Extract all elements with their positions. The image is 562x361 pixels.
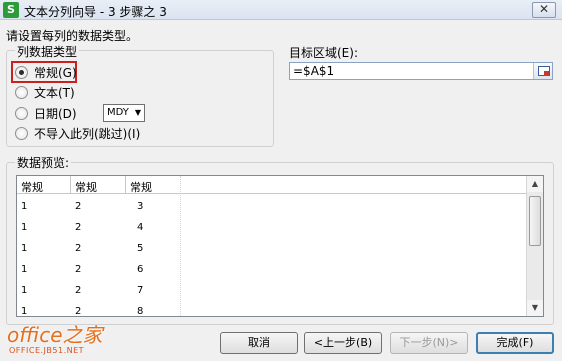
preview-cell: 6 <box>137 264 144 275</box>
scroll-thumb[interactable] <box>529 196 541 246</box>
preview-header-cell: 常规 <box>130 181 152 194</box>
date-format-value: MDY <box>107 107 129 118</box>
cancel-button[interactable]: 取消 <box>220 332 298 354</box>
column-divider[interactable] <box>125 176 126 194</box>
date-format-select[interactable]: MDY ▼ <box>103 104 145 122</box>
preview-cell: 5 <box>137 243 144 254</box>
radio-skip[interactable]: 不导入此列(跳过)(I) <box>15 124 140 142</box>
preview-cell: 7 <box>137 285 144 296</box>
chevron-down-icon: ▼ <box>134 108 141 117</box>
radio-text-indicator[interactable] <box>15 85 28 99</box>
range-picker-icon[interactable] <box>533 63 552 79</box>
preview-cell: 1 <box>21 243 28 254</box>
preview-cell: 2 <box>75 222 82 233</box>
app-icon: S <box>3 2 19 18</box>
watermark-main: office之家 <box>7 323 103 347</box>
radio-skip-indicator[interactable] <box>15 126 28 140</box>
radio-general-label: 常规(G) <box>34 65 77 80</box>
radio-general-indicator[interactable] <box>15 65 28 79</box>
preview-cell: 1 <box>21 222 28 233</box>
preview-cell: 2 <box>75 306 82 317</box>
back-button[interactable]: <上一步(B) <box>304 332 382 354</box>
radio-general[interactable]: 常规(G) <box>15 63 77 81</box>
vertical-scrollbar[interactable]: ▲ ▼ <box>526 176 543 316</box>
preview-cell: 8 <box>137 306 144 317</box>
preview-header-cell: 常规 <box>21 181 43 194</box>
preview-header: 常规 常规 常规 <box>17 176 527 194</box>
column-type-legend: 列数据类型 <box>15 43 80 60</box>
scroll-up-icon[interactable]: ▲ <box>527 176 543 192</box>
watermark-logo: office之家 OFFICE.JB51.NET <box>3 319 115 359</box>
preview-header-cell: 常规 <box>75 181 97 194</box>
preview-legend: 数据预览: <box>15 154 72 171</box>
column-divider[interactable] <box>70 176 71 194</box>
preview-cell: 2 <box>75 201 82 212</box>
preview-cell: 2 <box>75 243 82 254</box>
preview-cell: 4 <box>137 222 144 233</box>
preview-cell: 1 <box>21 285 28 296</box>
preview-cell: 1 <box>21 306 28 317</box>
instruction-text: 请设置每列的数据类型。 <box>6 29 139 43</box>
destination-label: 目标区域(E): <box>289 46 358 60</box>
radio-text[interactable]: 文本(T) <box>15 83 75 101</box>
next-button[interactable]: 下一步(N)> <box>390 332 468 354</box>
close-button[interactable]: ✕ <box>532 2 556 18</box>
radio-text-label: 文本(T) <box>34 85 75 100</box>
preview-cell: 3 <box>137 201 144 212</box>
title-bar: S 文本分列向导 - 3 步骤之 3 ✕ <box>0 0 562 20</box>
preview-cell: 2 <box>75 285 82 296</box>
column-divider[interactable] <box>180 176 181 316</box>
radio-date-label: 日期(D) <box>34 106 77 121</box>
radio-date-indicator[interactable] <box>15 106 28 120</box>
preview-cell: 2 <box>75 264 82 275</box>
radio-date[interactable]: 日期(D) <box>15 104 77 122</box>
watermark-sub: OFFICE.JB51.NET <box>9 346 85 355</box>
finish-button[interactable]: 完成(F) <box>476 332 554 354</box>
preview-grid[interactable]: 常规 常规 常规 1 2 3 1 2 4 1 2 5 1 2 6 1 2 7 1… <box>16 175 544 317</box>
preview-cell: 1 <box>21 264 28 275</box>
window-title: 文本分列向导 - 3 步骤之 3 <box>24 5 167 19</box>
radio-skip-label: 不导入此列(跳过)(I) <box>34 126 141 141</box>
scroll-down-icon[interactable]: ▼ <box>527 300 543 316</box>
preview-cell: 1 <box>21 201 28 212</box>
destination-input[interactable]: =$A$1 <box>289 62 553 80</box>
